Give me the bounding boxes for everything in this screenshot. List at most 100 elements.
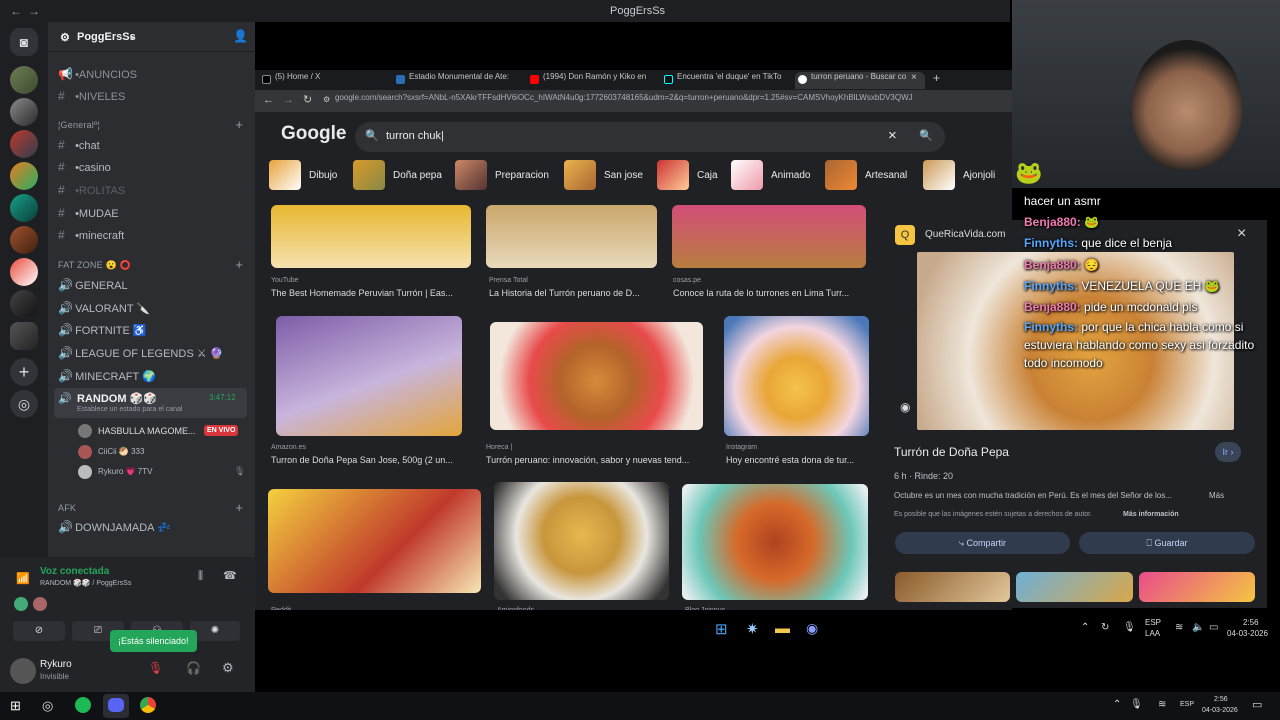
category-fatzone[interactable]: FAT ZONE 😮 ⭕ [58, 260, 131, 271]
result-caption[interactable]: Conoce la ruta de lo turrones en Lima Tu… [673, 288, 868, 298]
result-caption[interactable]: Turron de Doña Pepa San Jose, 500g (2 un… [271, 455, 471, 465]
chrome-icon[interactable] [140, 697, 156, 713]
browser-tab-active[interactable]: turron peruano - Buscar co [795, 72, 925, 89]
server-icon[interactable] [10, 290, 38, 318]
server-icon[interactable] [10, 162, 38, 190]
avatar[interactable] [10, 658, 36, 684]
invite-icon[interactable]: 👤 [233, 29, 248, 43]
disconnect-icon[interactable]: ☎ [223, 569, 237, 582]
voice-status-title[interactable]: Voz conectada [40, 566, 109, 577]
lens-icon[interactable]: ◉ [900, 400, 910, 414]
browser-tab[interactable]: Encuentra 'el duque' en TikTo [661, 72, 791, 89]
discord-home-icon[interactable]: ◙ [10, 28, 38, 56]
result-caption[interactable]: The Best Homemade Peruvian Turrón | Eas.… [271, 288, 471, 298]
site-info-icon[interactable]: ⚙ [323, 95, 330, 104]
result-image[interactable] [490, 322, 703, 430]
battery-icon[interactable]: ▭ [1209, 622, 1218, 633]
result-image[interactable] [682, 484, 868, 600]
language-layout[interactable]: LAA [1145, 629, 1160, 638]
browser-tab[interactable]: Estadio Monumental de Ate: [393, 72, 523, 89]
related-image[interactable] [1139, 572, 1255, 602]
camera-off-button[interactable]: ⊘ [13, 621, 65, 641]
clock-time[interactable]: 2:56 [1214, 696, 1228, 703]
server-icon[interactable] [10, 66, 38, 94]
preview-site-name[interactable]: QueRicaVida.com [925, 229, 1005, 240]
result-source[interactable]: Horeca | [486, 444, 512, 451]
search-box[interactable]: 🔍 turron chuk| × 🔍 [355, 122, 945, 152]
related-image[interactable] [1016, 572, 1133, 602]
close-tab-icon[interactable]: × [911, 72, 917, 83]
result-image[interactable] [276, 316, 462, 436]
result-source[interactable]: cosas.pe [673, 277, 701, 284]
add-channel-icon[interactable]: + [235, 257, 243, 272]
windows-start-icon[interactable]: ⊞ [10, 698, 21, 714]
discord-icon[interactable]: ◉ [806, 620, 818, 637]
result-source[interactable]: Prensa Total [489, 277, 528, 284]
server-icon[interactable] [10, 226, 38, 254]
username[interactable]: Rykuro [40, 659, 72, 670]
clock-time[interactable]: 2:56 [1243, 618, 1259, 627]
forward-icon[interactable]: → [283, 94, 294, 106]
wifi-icon[interactable]: ≋ [1175, 622, 1183, 633]
google-logo[interactable]: Google [281, 123, 346, 145]
browser-tab[interactable]: (1994) Don Ramón y Kiko en [527, 72, 655, 89]
server-folder-icon[interactable] [10, 322, 38, 350]
result-image[interactable] [724, 316, 869, 436]
result-image[interactable] [494, 482, 669, 600]
result-source[interactable]: YouTube [271, 277, 299, 284]
channel-mudae[interactable]: # •MUDAE [58, 206, 119, 220]
voice-channel-random[interactable]: 🔊 RANDOM 🎲🎲 3:47:12 Establece un estado … [54, 388, 247, 418]
channel-anuncios[interactable]: 📢 •ANUNCIOS [58, 67, 137, 81]
result-image[interactable] [268, 489, 481, 593]
tray-chevron-icon[interactable]: ⌃ [1113, 699, 1121, 710]
server-icon[interactable] [10, 130, 38, 158]
search-input[interactable]: turron chuk| [386, 130, 444, 142]
preview-title[interactable]: Turrón de Doña Pepa [894, 445, 1009, 459]
app-icon[interactable]: ✷ [746, 620, 759, 638]
settings-gear-icon[interactable]: ⚙ [222, 660, 234, 676]
visit-button[interactable]: Ir › [1215, 442, 1241, 462]
result-source[interactable]: Amazon.es [271, 444, 306, 451]
result-caption[interactable]: Hoy encontré esta dona de tur... [726, 455, 871, 465]
windows-icon[interactable]: ⊞ [715, 620, 728, 638]
result-image[interactable] [271, 205, 471, 268]
tray-chevron-icon[interactable]: ⌃ [1081, 622, 1089, 633]
voice-channel-fortnite[interactable]: 🔊 FORTNITE ♿ [58, 323, 147, 337]
mic-muted-icon[interactable]: 🎙 [148, 661, 163, 675]
mic-icon[interactable]: 🎙 [1123, 622, 1136, 633]
channel-minecraft[interactable]: # •minecraft [58, 228, 124, 242]
related-image[interactable] [895, 572, 1010, 602]
add-channel-icon[interactable]: + [235, 500, 243, 515]
reload-icon[interactable]: ↻ [303, 93, 312, 106]
clear-icon[interactable]: × [888, 127, 897, 144]
folder-icon[interactable]: ▬ [775, 620, 790, 637]
new-tab-icon[interactable]: + [933, 71, 940, 85]
voice-user[interactable]: HASBULLA MAGOME... EN VIVO [78, 424, 248, 440]
voice-channel-valorant[interactable]: 🔊 VALORANT 🔪 [58, 301, 150, 315]
spotify-icon[interactable] [75, 697, 91, 713]
tray-app-icon[interactable]: ↻ [1101, 622, 1109, 633]
voice-channel-minecraft[interactable]: 🔊 MINECRAFT 🌍 [58, 369, 156, 383]
share-button[interactable]: ⤷ Compartir [895, 532, 1070, 554]
result-caption[interactable]: Turrón peruano: innovación, sabor y nuev… [486, 455, 706, 465]
channel-chat[interactable]: # •chat [58, 138, 100, 152]
volume-icon[interactable]: 🔈 [1192, 622, 1204, 633]
back-icon[interactable]: ← [263, 94, 274, 106]
more-info-link[interactable]: Más información [1123, 511, 1179, 518]
result-source[interactable]: Instagram [726, 444, 757, 451]
browser-tab[interactable]: (5) Home / X [259, 72, 387, 89]
category-afk[interactable]: AFK [58, 503, 76, 513]
server-icon[interactable] [10, 258, 38, 286]
app-icon[interactable]: ◎ [42, 698, 53, 714]
category-general[interactable]: ¦Generalº¦ [58, 120, 100, 130]
language-indicator[interactable]: ESP [1180, 701, 1194, 708]
wifi-icon[interactable]: ≋ [1158, 699, 1166, 710]
mic-icon[interactable]: 🎙 [1130, 699, 1143, 710]
notification-icon[interactable]: ▭ [1252, 698, 1262, 711]
soundboard-button[interactable]: ✺ [190, 621, 240, 641]
result-image[interactable] [486, 205, 657, 268]
channel-niveles[interactable]: # •NIVELES [58, 89, 125, 103]
voice-channel-lol[interactable]: 🔊 LEAGUE OF LEGENDS ⚔ 🔮 [58, 346, 223, 360]
address-bar[interactable]: google.com/search?sxsrf=ANbL-n5XAkrTFFsd… [335, 93, 1015, 110]
language-indicator[interactable]: ESP [1145, 618, 1161, 627]
